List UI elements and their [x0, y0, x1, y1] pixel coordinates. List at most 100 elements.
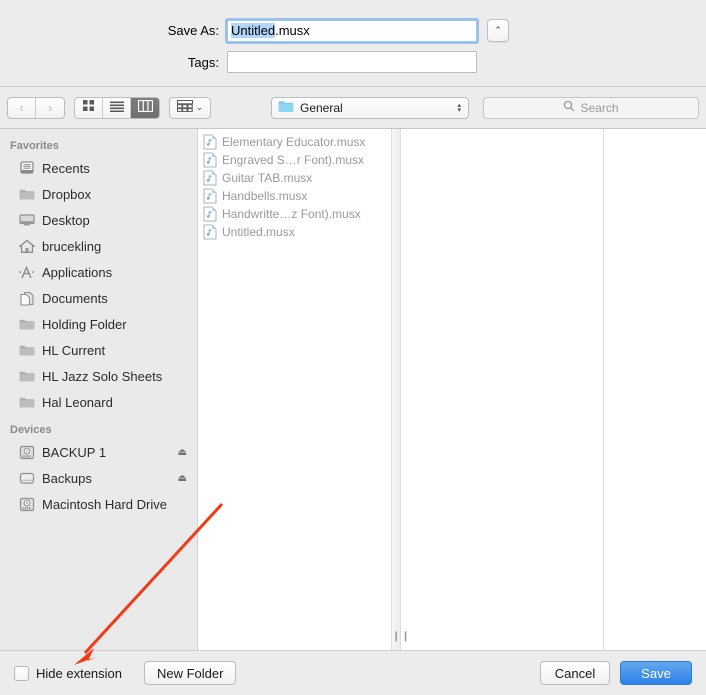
chevron-down-icon: ⌄	[195, 102, 204, 112]
file-list-item[interactable]: Untitled.musx	[198, 223, 391, 241]
empty-column	[604, 129, 706, 650]
column-resize-grip[interactable]: ❙❙	[392, 632, 410, 642]
sidebar-item-documents[interactable]: Documents	[0, 285, 197, 311]
sidebar-item-label: Recents	[42, 160, 90, 176]
new-folder-button[interactable]: New Folder	[144, 661, 237, 685]
list-icon	[109, 99, 124, 117]
eject-icon[interactable]: ⏏	[178, 447, 187, 458]
current-folder-label: General	[300, 100, 343, 115]
sidebar-item-hl-current[interactable]: HL Current	[0, 337, 197, 363]
file-list-column: Elementary Educator.musx Engraved S…r Fo…	[198, 129, 392, 650]
arrange-by-button[interactable]: ⌄	[169, 96, 211, 119]
dialog-body: Favorites Recents Dropbox Desktop brucek…	[0, 129, 706, 650]
file-name-label: Handbells.musx	[222, 189, 308, 203]
file-name-label: Engraved S…r Font).musx	[222, 153, 365, 167]
save-as-label: Save As:	[167, 23, 219, 38]
musx-document-icon	[203, 152, 217, 168]
file-name-label: Elementary Educator.musx	[222, 135, 366, 149]
icon-view-button[interactable]	[75, 97, 103, 118]
sidebar-item-brucekling[interactable]: brucekling	[0, 233, 197, 259]
dialog-toolbar: ‹ › ⌄ General ▴ ▾ Search	[0, 87, 706, 129]
search-field[interactable]: Search	[483, 96, 699, 119]
sidebar-item-label: HL Current	[42, 342, 106, 358]
list-view-button[interactable]	[103, 97, 131, 118]
folder-icon	[18, 394, 35, 411]
tags-label: Tags:	[187, 54, 219, 70]
musx-document-icon	[203, 134, 217, 150]
sidebar-item-label: Applications	[42, 264, 113, 280]
save-as-row: Save As: Untitled .musx ⌃	[0, 19, 706, 42]
sidebar-item-label: Hal Leonard	[42, 394, 113, 410]
file-list-item[interactable]: Elementary Educator.musx	[198, 133, 391, 151]
sidebar-item-label: Holding Folder	[42, 316, 127, 332]
sidebar-item-holding-folder[interactable]: Holding Folder	[0, 311, 197, 337]
chevron-up-icon: ⌃	[494, 25, 502, 35]
sidebar-item-label: BACKUP 1	[42, 444, 107, 460]
tags-row: Tags:	[0, 51, 706, 73]
sidebar-section-devices-title: Devices	[10, 424, 52, 436]
external-drive-icon	[18, 496, 35, 513]
sidebar-item-label: brucekling	[42, 238, 102, 254]
sidebar-item-macintosh-hard-drive[interactable]: Macintosh Hard Drive	[0, 491, 197, 517]
preview-column	[401, 129, 604, 650]
columns-icon	[137, 99, 153, 117]
save-button[interactable]: Save	[620, 661, 692, 685]
folder-icon	[18, 368, 35, 385]
home-icon	[18, 238, 35, 255]
file-name-label: Untitled.musx	[222, 225, 295, 239]
sidebar-item-label: Documents	[42, 290, 108, 306]
forward-button[interactable]: ›	[36, 98, 64, 118]
musx-document-icon	[203, 224, 217, 240]
sidebar-item-recents[interactable]: Recents	[0, 155, 197, 181]
column-view-button[interactable]	[131, 97, 159, 118]
sidebar-item-label: Dropbox	[42, 186, 92, 202]
sidebar-item-hl-jazz-solo-sheets[interactable]: HL Jazz Solo Sheets	[0, 363, 197, 389]
sidebar-item-label: Backups	[42, 470, 92, 486]
sidebar-item-label: Macintosh Hard Drive	[42, 496, 167, 512]
sidebar-item-applications[interactable]: Applications	[0, 259, 197, 285]
tags-input[interactable]	[227, 51, 477, 73]
dialog-header: Save As: Untitled .musx ⌃ Tags:	[0, 0, 706, 87]
search-placeholder: Search	[580, 100, 619, 115]
folder-icon	[18, 342, 35, 359]
hide-extension-checkbox-row[interactable]: Hide extension	[14, 665, 122, 681]
musx-document-icon	[203, 188, 217, 204]
file-name-label: Guitar TAB.musx	[222, 171, 313, 185]
folder-icon	[18, 186, 35, 203]
musx-document-icon	[203, 206, 217, 222]
sidebar-item-hal-leonard[interactable]: Hal Leonard	[0, 389, 197, 415]
file-list-item[interactable]: Handbells.musx	[198, 187, 391, 205]
current-folder-popup[interactable]: General ▴ ▾	[271, 96, 469, 119]
folder-icon	[278, 100, 294, 116]
sidebar: Favorites Recents Dropbox Desktop brucek…	[0, 129, 198, 650]
save-as-selected-text: Untitled	[231, 23, 276, 38]
sidebar-item-desktop[interactable]: Desktop	[0, 207, 197, 233]
eject-icon[interactable]: ⏏	[178, 473, 187, 484]
hide-extension-checkbox[interactable]	[14, 665, 29, 681]
applications-icon	[18, 264, 35, 281]
expand-disclosure-button[interactable]: ⌃	[487, 19, 509, 42]
file-list-item[interactable]: Guitar TAB.musx	[198, 169, 391, 187]
file-list-item[interactable]: Handwritte…z Font).musx	[198, 205, 391, 223]
recents-icon	[18, 160, 35, 177]
column-resize-divider[interactable]: ❙❙	[392, 129, 410, 650]
chevron-right-icon: ›	[47, 100, 53, 115]
cancel-button[interactable]: Cancel	[540, 661, 610, 685]
chevron-left-icon: ‹	[19, 100, 24, 115]
desktop-icon	[18, 212, 35, 229]
save-dialog: Save As: Untitled .musx ⌃ Tags: ‹ › ⌄ Ge…	[0, 0, 706, 695]
sidebar-item-label: HL Jazz Solo Sheets	[42, 368, 163, 384]
documents-icon	[18, 290, 35, 307]
file-list-item[interactable]: Engraved S…r Font).musx	[198, 151, 391, 169]
dialog-footer: Hide extension New Folder Cancel Save	[0, 650, 706, 695]
sidebar-item-backups[interactable]: Backups ⏏	[0, 465, 197, 491]
grid-icon	[82, 99, 95, 117]
file-name-label: Handwritte…z Font).musx	[222, 207, 361, 221]
sidebar-item-backup-1[interactable]: BACKUP 1 ⏏	[0, 439, 197, 465]
save-as-input[interactable]: Untitled .musx	[227, 19, 477, 42]
save-as-extension-text: .musx	[275, 23, 310, 38]
popup-arrows-icon: ▴ ▾	[457, 101, 461, 114]
sidebar-item-dropbox[interactable]: Dropbox	[0, 181, 197, 207]
back-button[interactable]: ‹	[8, 97, 36, 118]
external-drive-icon	[18, 444, 35, 461]
